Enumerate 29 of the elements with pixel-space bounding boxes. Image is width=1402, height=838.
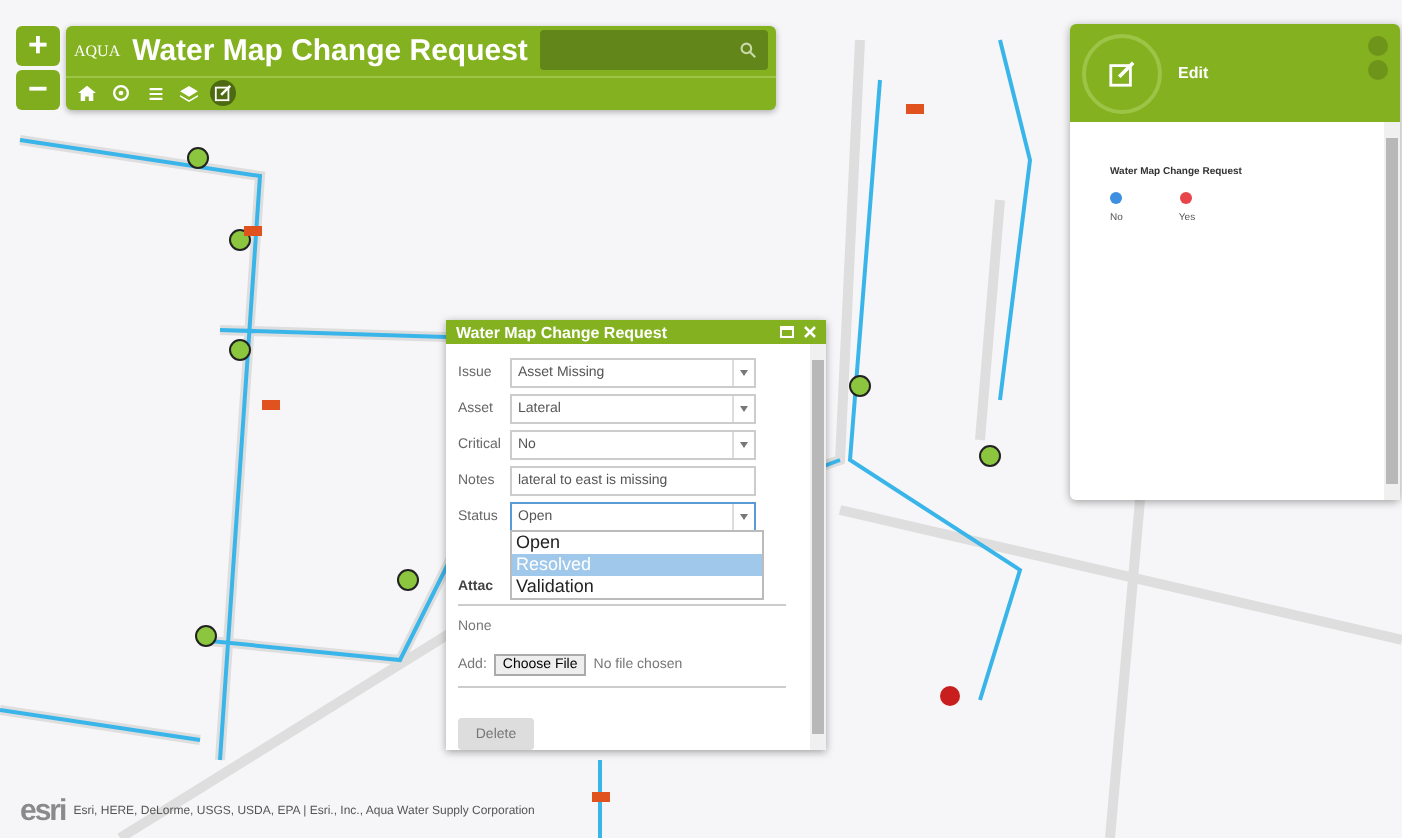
- search-icon: [740, 42, 756, 59]
- caret-icon: [740, 405, 748, 411]
- list-icon: [147, 85, 163, 102]
- popup-title: Water Map Change Request: [456, 323, 669, 341]
- caret-icon: [740, 513, 748, 519]
- app-title: Water Map Change Request: [132, 33, 528, 68]
- edit-icon: [1082, 33, 1162, 113]
- dropdown-option[interactable]: Open: [512, 532, 762, 554]
- close-button[interactable]: [1368, 36, 1388, 56]
- close-icon[interactable]: [804, 326, 816, 338]
- edit-icon: [214, 84, 232, 103]
- search-field[interactable]: [539, 30, 768, 71]
- caret-icon: [740, 441, 748, 447]
- esri-logo: esri: [20, 794, 66, 828]
- scrollbar[interactable]: [1384, 122, 1400, 500]
- toolbar-button[interactable]: [108, 80, 134, 107]
- layers-icon: [180, 85, 198, 102]
- toolbar-button[interactable]: [74, 80, 100, 107]
- home-icon: [78, 84, 96, 103]
- minimize-button[interactable]: [1368, 60, 1388, 80]
- caret-icon: [740, 369, 748, 375]
- dropdown-option[interactable]: Validation: [512, 576, 762, 598]
- toolbar-button[interactable]: [176, 80, 202, 107]
- scrollbar[interactable]: [810, 344, 826, 750]
- panel-title: Edit: [1178, 64, 1209, 82]
- locate-icon: [112, 84, 130, 103]
- toolbar-button[interactable]: [210, 80, 236, 107]
- logo: AQUA: [74, 41, 121, 60]
- maximize-icon[interactable]: [780, 326, 794, 338]
